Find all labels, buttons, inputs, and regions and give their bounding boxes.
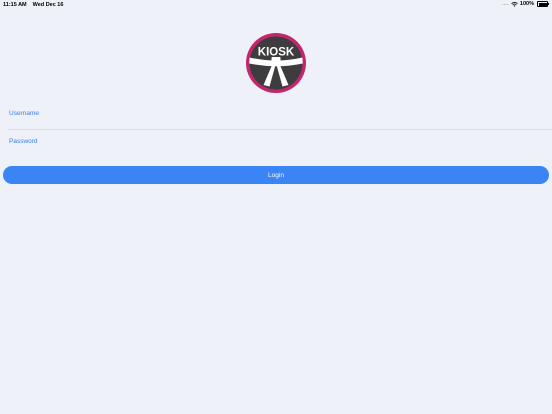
wifi-icon	[511, 1, 518, 7]
status-time: 11:15 AM	[3, 2, 27, 8]
username-underline	[8, 129, 552, 130]
battery-icon	[537, 1, 549, 7]
password-label: Password	[9, 138, 38, 145]
battery-percent: 100%	[519, 1, 534, 7]
username-label: Username	[9, 110, 39, 117]
battery-level	[538, 2, 547, 6]
signal-icon: ....	[502, 1, 509, 7]
password-field: Password	[8, 138, 552, 158]
username-field: Username	[8, 110, 552, 130]
logo-text: KIOSK	[258, 47, 295, 59]
status-right: .... 100%	[502, 1, 549, 7]
kiosk-logo: KIOSK	[246, 33, 306, 93]
status-left: 11:15 AM Wed Dec 16	[3, 2, 63, 8]
username-input[interactable]	[8, 117, 548, 129]
login-button[interactable]: Login	[3, 166, 549, 184]
kiosk-logo-emblem: KIOSK	[246, 33, 306, 93]
password-input[interactable]	[8, 145, 548, 157]
status-bar: 11:15 AM Wed Dec 16 .... 100%	[0, 0, 552, 10]
status-date: Wed Dec 16	[32, 2, 64, 8]
